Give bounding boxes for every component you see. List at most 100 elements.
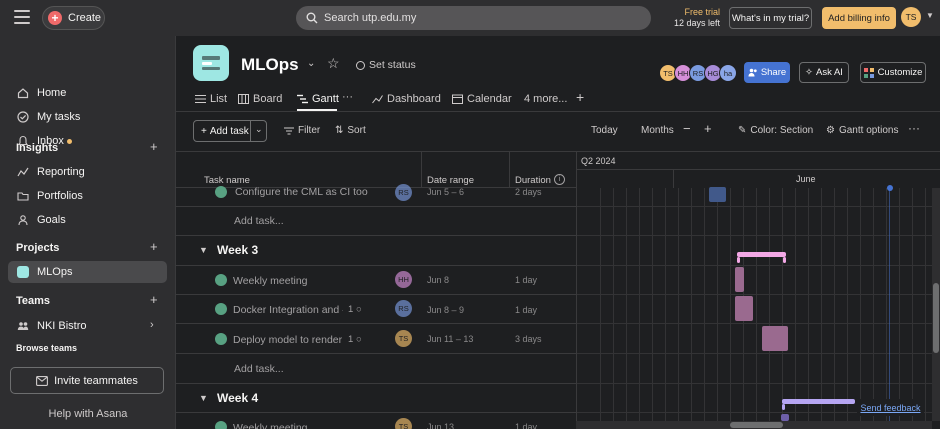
complete-check-icon[interactable] xyxy=(215,333,227,345)
chevron-right-icon[interactable]: › xyxy=(150,319,154,331)
task-duration[interactable]: 3 days xyxy=(515,334,542,344)
browse-teams-link[interactable]: Browse teams xyxy=(16,343,77,353)
section-summary-bar[interactable] xyxy=(782,399,855,404)
zoom-in-icon[interactable]: + xyxy=(704,121,712,136)
gantt-bar[interactable] xyxy=(735,267,744,292)
sidebar-item-reporting[interactable]: Reporting xyxy=(0,161,176,183)
menu-icon[interactable] xyxy=(14,10,30,24)
tab-board[interactable]: Board xyxy=(238,93,282,105)
task-name[interactable]: Deploy model to render xyxy=(233,334,343,346)
tab-gantt[interactable]: Gantt xyxy=(297,93,339,105)
gantt-bar[interactable] xyxy=(735,296,753,321)
chevron-down-icon[interactable]: ⌄ xyxy=(307,58,315,69)
column-header-duration[interactable]: Duration xyxy=(515,175,551,186)
chevron-down-icon[interactable]: ▼ xyxy=(926,11,934,20)
customize-button[interactable]: Customize xyxy=(860,62,926,83)
complete-check-icon[interactable] xyxy=(215,274,227,286)
section-header[interactable]: Week 3 xyxy=(217,243,258,257)
caret-down-icon[interactable]: ▼ xyxy=(199,245,208,255)
task-duration[interactable]: 1 day xyxy=(515,275,537,285)
assignee-avatar[interactable]: RS xyxy=(395,300,412,317)
assignee-avatar[interactable]: TS xyxy=(395,418,412,429)
star-icon[interactable]: ☆ xyxy=(327,55,340,72)
filter-button[interactable]: Filter xyxy=(284,125,320,136)
tab-dashboard[interactable]: Dashboard xyxy=(372,93,441,105)
sidebar-item-mlops[interactable]: MLOps xyxy=(0,261,176,283)
vertical-scrollbar[interactable] xyxy=(932,188,940,421)
comment-count[interactable]: 1 ○ xyxy=(348,334,362,345)
add-task-row[interactable]: Add task... xyxy=(234,363,284,375)
task-name[interactable]: Docker Integration and ‹ xyxy=(233,304,343,316)
task-duration[interactable]: 1 day xyxy=(515,422,537,429)
help-link[interactable]: Help with Asana xyxy=(0,408,176,420)
complete-check-icon[interactable] xyxy=(215,186,227,198)
task-date[interactable]: Jun 13 xyxy=(427,422,454,429)
insights-heading[interactable]: Insights xyxy=(16,142,58,154)
assignee-avatar[interactable]: HH xyxy=(395,271,412,288)
add-billing-button[interactable]: Add billing info xyxy=(822,7,896,29)
tab-list[interactable]: List xyxy=(195,93,227,105)
project-title[interactable]: MLOps xyxy=(241,55,299,75)
tab-more[interactable]: 4 more... xyxy=(524,93,567,105)
add-insight-icon[interactable]: + xyxy=(150,139,158,154)
search-input[interactable]: Search utp.edu.my xyxy=(296,6,651,30)
gantt-bar[interactable] xyxy=(781,414,789,421)
ask-ai-button[interactable]: ✧ Ask AI xyxy=(799,62,849,83)
more-options-icon[interactable]: ··· xyxy=(908,121,920,135)
complete-check-icon[interactable] xyxy=(215,421,227,429)
create-button[interactable]: + Create xyxy=(42,6,105,30)
sidebar-item-my-tasks[interactable]: My tasks xyxy=(0,106,176,128)
task-duration[interactable]: 1 day xyxy=(515,305,537,315)
add-task-button[interactable]: + Add task ⌄ xyxy=(193,120,267,142)
share-button[interactable]: Share xyxy=(744,62,790,83)
chevron-down-icon[interactable]: ⌄ xyxy=(255,124,263,135)
user-avatar[interactable]: TS xyxy=(901,7,921,27)
color-section-button[interactable]: ✎ Color: Section xyxy=(738,125,813,136)
sort-button[interactable]: ⇅ Sort xyxy=(335,125,366,136)
task-name[interactable]: Weekly meeting xyxy=(233,422,308,429)
column-header-task[interactable]: Task name xyxy=(204,175,250,186)
add-task-row[interactable]: Add task... xyxy=(234,215,284,227)
assignee-avatar[interactable]: RS xyxy=(395,184,412,201)
gantt-bar[interactable] xyxy=(709,187,726,202)
add-tab-icon[interactable]: + xyxy=(576,89,584,105)
sidebar-item-goals[interactable]: Goals xyxy=(0,209,176,231)
set-status-button[interactable]: Set status xyxy=(356,59,416,71)
caret-down-icon[interactable]: ▼ xyxy=(199,393,208,403)
task-name[interactable]: Configure the CML as CI too xyxy=(235,186,368,198)
sidebar-item-home[interactable]: Home xyxy=(0,82,176,104)
section-header[interactable]: Week 4 xyxy=(217,391,258,405)
months-button[interactable]: Months xyxy=(641,125,674,136)
task-date[interactable]: Jun 5 – 6 xyxy=(427,187,464,197)
comment-count[interactable]: 1 ○ xyxy=(348,304,362,315)
info-icon[interactable]: i xyxy=(554,174,565,185)
add-project-icon[interactable]: + xyxy=(150,239,158,254)
add-team-icon[interactable]: + xyxy=(150,292,158,307)
projects-heading[interactable]: Projects xyxy=(16,242,59,254)
tab-more-options-icon[interactable]: ··· xyxy=(342,91,353,103)
horizontal-scrollbar[interactable] xyxy=(576,421,932,429)
gantt-options-button[interactable]: ⚙ Gantt options xyxy=(826,125,898,136)
invite-teammates-button[interactable]: Invite teammates xyxy=(10,367,164,394)
today-button[interactable]: Today xyxy=(591,125,618,136)
task-duration[interactable]: 2 days xyxy=(515,187,542,197)
tab-calendar[interactable]: Calendar xyxy=(452,93,512,105)
teams-heading[interactable]: Teams xyxy=(16,295,50,307)
column-header-date[interactable]: Date range xyxy=(427,175,474,186)
task-name[interactable]: Weekly meeting xyxy=(233,275,308,287)
complete-check-icon[interactable] xyxy=(215,303,227,315)
section-summary-bar[interactable] xyxy=(737,252,786,257)
whats-in-trial-button[interactable]: What's in my trial? xyxy=(729,7,812,29)
sidebar-item-portfolios[interactable]: Portfolios xyxy=(0,185,176,207)
project-icon[interactable] xyxy=(193,45,229,81)
scroll-thumb[interactable] xyxy=(730,422,783,428)
zoom-out-icon[interactable]: − xyxy=(683,121,691,136)
assignee-avatar[interactable]: TS xyxy=(395,330,412,347)
member-avatar[interactable]: ha xyxy=(719,64,737,82)
scroll-thumb[interactable] xyxy=(933,283,939,353)
task-date[interactable]: Jun 11 – 13 xyxy=(427,334,473,344)
gantt-bar[interactable] xyxy=(762,326,788,351)
send-feedback-link[interactable]: Send feedback xyxy=(857,399,924,416)
task-date[interactable]: Jun 8 xyxy=(427,275,449,285)
task-date[interactable]: Jun 8 – 9 xyxy=(427,305,464,315)
